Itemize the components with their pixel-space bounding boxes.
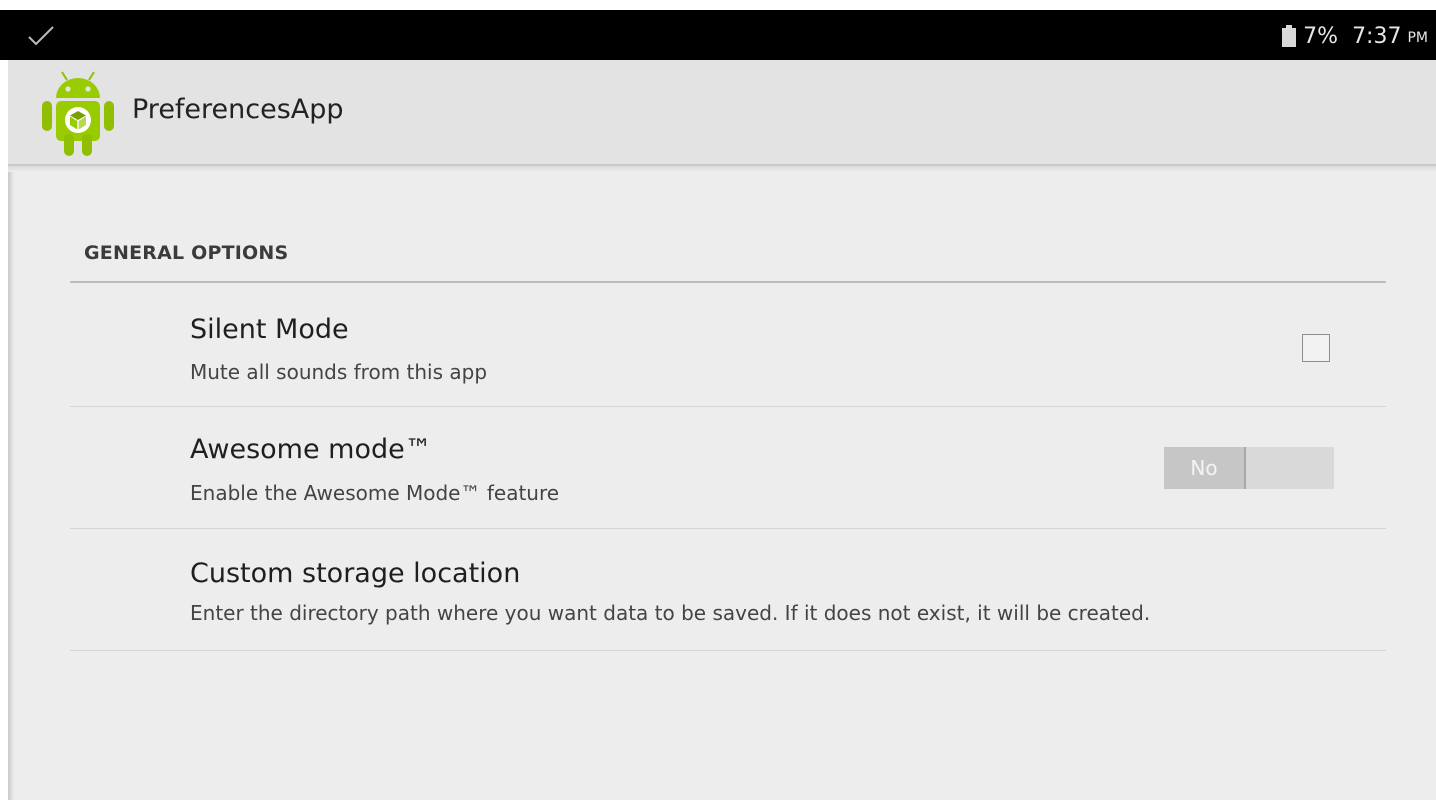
row-divider [70,528,1386,529]
battery-level: 7% [1303,23,1339,49]
check-icon [28,26,54,46]
awesome-mode-switch[interactable]: No [1164,447,1334,489]
content-top-shadow [8,166,1436,172]
custom-storage-summary[interactable]: Enter the directory path where you want … [190,601,1150,625]
status-indicators: 7% 7:37 PM [1281,22,1428,50]
silent-mode-title[interactable]: Silent Mode [190,314,349,345]
status-bar: 7% 7:37 PM [0,10,1436,60]
app-title: PreferencesApp [132,94,344,125]
action-bar: PreferencesApp [8,60,1436,166]
custom-storage-title[interactable]: Custom storage location [190,558,520,589]
content-left-shadow [8,166,14,800]
row-divider [70,406,1386,407]
clock-time: 7:37 [1352,23,1402,49]
clock-ampm: PM [1407,30,1428,46]
awesome-mode-summary[interactable]: Enable the Awesome Mode™ feature [190,481,559,505]
category-header: GENERAL OPTIONS [84,242,289,264]
silent-mode-checkbox[interactable] [1302,334,1330,362]
awesome-mode-switch-thumb[interactable]: No [1164,447,1246,489]
category-divider [70,281,1386,283]
screen-top-edge [0,0,1436,10]
awesome-mode-title[interactable]: Awesome mode™ [190,434,432,465]
silent-mode-summary[interactable]: Mute all sounds from this app [190,360,487,384]
battery-icon [1282,25,1297,47]
android-robot-icon[interactable] [38,68,118,158]
row-divider [70,650,1386,651]
